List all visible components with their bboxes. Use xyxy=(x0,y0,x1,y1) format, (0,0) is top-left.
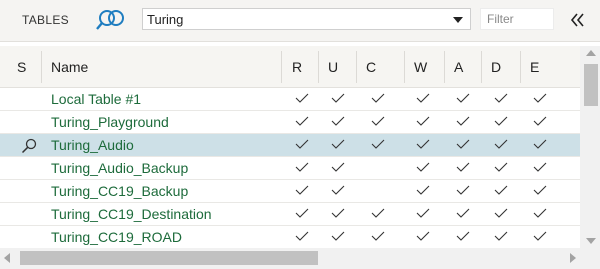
column-header-s[interactable]: S xyxy=(17,46,26,88)
table-row[interactable]: Turing_Audio_Backup xyxy=(0,157,580,180)
checkmark-icon xyxy=(295,208,309,218)
column-header-u[interactable]: U xyxy=(328,46,338,88)
checkmark-icon xyxy=(416,208,430,218)
checkmark-icon xyxy=(331,185,345,195)
checkmark-icon xyxy=(295,231,309,241)
magnifier-icon xyxy=(21,138,37,154)
checkmark-icon xyxy=(494,116,508,126)
column-header-r[interactable]: R xyxy=(292,46,302,88)
table-header: S Name R U C W A D E xyxy=(0,46,580,88)
column-divider[interactable] xyxy=(481,51,482,83)
table-name-cell: Turing_CC19_Backup xyxy=(51,183,189,199)
checkmark-icon xyxy=(456,162,470,172)
checkmark-icon xyxy=(494,208,508,218)
scrollbar-corner xyxy=(580,248,600,269)
horizontal-scroll-thumb[interactable] xyxy=(20,251,318,265)
checkmark-icon xyxy=(533,139,547,149)
checkmark-icon xyxy=(416,139,430,149)
column-header-d[interactable]: D xyxy=(491,46,501,88)
checkmark-icon xyxy=(331,139,345,149)
binoculars-icon[interactable] xyxy=(96,8,128,32)
column-divider[interactable] xyxy=(404,51,405,83)
checkmark-icon xyxy=(416,116,430,126)
checkmark-icon xyxy=(494,231,508,241)
tables-label: TABLES xyxy=(22,13,69,27)
checkmark-icon xyxy=(295,185,309,195)
checkmark-icon xyxy=(331,162,345,172)
table-name-cell: Turing_Audio xyxy=(51,137,134,153)
checkmark-icon xyxy=(456,139,470,149)
column-header-name[interactable]: Name xyxy=(51,46,88,88)
checkmark-icon xyxy=(416,162,430,172)
checkmark-icon xyxy=(533,231,547,241)
table-select[interactable]: Turing xyxy=(142,8,471,30)
column-header-w[interactable]: W xyxy=(414,46,427,88)
checkmark-icon xyxy=(494,162,508,172)
column-divider[interactable] xyxy=(318,51,319,83)
table-name-cell: Turing_CC19_ROAD xyxy=(51,229,182,245)
column-header-c[interactable]: C xyxy=(366,46,376,88)
column-header-a[interactable]: A xyxy=(454,46,463,88)
filter-input[interactable] xyxy=(480,8,554,30)
column-divider[interactable] xyxy=(41,51,42,83)
checkmark-icon xyxy=(416,185,430,195)
checkmark-icon xyxy=(331,208,345,218)
checkmark-icon xyxy=(371,93,385,103)
column-divider[interactable] xyxy=(444,51,445,83)
table-row[interactable]: Local Table #1 xyxy=(0,88,580,111)
table-body: Local Table #1 Turing_Playground Turing_Au… xyxy=(0,88,580,249)
checkmark-icon xyxy=(456,93,470,103)
checkmark-icon xyxy=(494,93,508,103)
table-name-cell: Turing_CC19_Destination xyxy=(51,206,212,222)
scroll-down-icon[interactable] xyxy=(586,238,596,244)
scroll-up-icon[interactable] xyxy=(586,50,596,56)
scroll-right-icon[interactable] xyxy=(570,253,576,263)
table-row[interactable]: Turing_Playground xyxy=(0,111,580,134)
checkmark-icon xyxy=(295,139,309,149)
checkmark-icon xyxy=(371,116,385,126)
table-select-value: Turing xyxy=(147,12,184,27)
column-divider[interactable] xyxy=(520,51,521,83)
table-row[interactable]: Turing_Audio xyxy=(0,134,580,157)
column-divider[interactable] xyxy=(356,51,357,83)
checkmark-icon xyxy=(533,116,547,126)
checkmark-icon xyxy=(295,93,309,103)
checkmark-icon xyxy=(533,162,547,172)
column-header-e[interactable]: E xyxy=(530,46,539,88)
horizontal-scrollbar[interactable] xyxy=(0,248,580,269)
checkmark-icon xyxy=(416,231,430,241)
chevron-down-icon xyxy=(453,17,463,23)
checkmark-icon xyxy=(371,231,385,241)
column-divider[interactable] xyxy=(281,51,282,83)
checkmark-icon xyxy=(331,116,345,126)
checkmark-icon xyxy=(456,208,470,218)
checkmark-icon xyxy=(456,116,470,126)
checkmark-icon xyxy=(416,93,430,103)
scroll-left-icon[interactable] xyxy=(4,253,10,263)
table-row[interactable]: Turing_CC19_ROAD xyxy=(0,226,580,249)
checkmark-icon xyxy=(295,116,309,126)
vertical-scrollbar[interactable] xyxy=(580,46,600,248)
vertical-scroll-thumb[interactable] xyxy=(584,64,598,106)
checkmark-icon xyxy=(456,185,470,195)
checkmark-icon xyxy=(331,231,345,241)
checkmark-icon xyxy=(371,139,385,149)
checkmark-icon xyxy=(533,185,547,195)
checkmark-icon xyxy=(533,208,547,218)
table-row[interactable]: Turing_CC19_Destination xyxy=(0,203,580,226)
checkmark-icon xyxy=(456,231,470,241)
table-name-cell: Turing_Playground xyxy=(51,114,169,130)
double-chevron-left-icon[interactable] xyxy=(568,8,588,32)
toolbar: TABLES Turing xyxy=(0,0,600,42)
checkmark-icon xyxy=(533,93,547,103)
checkmark-icon xyxy=(295,162,309,172)
table-name-cell: Local Table #1 xyxy=(51,91,142,107)
checkmark-icon xyxy=(371,208,385,218)
checkmark-icon xyxy=(494,185,508,195)
table-name-cell: Turing_Audio_Backup xyxy=(51,160,189,176)
checkmark-icon xyxy=(494,139,508,149)
table-row[interactable]: Turing_CC19_Backup xyxy=(0,180,580,203)
checkmark-icon xyxy=(331,93,345,103)
